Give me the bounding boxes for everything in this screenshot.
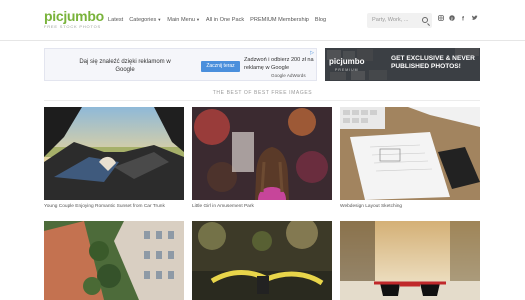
main-nav: Latest Categories▼ Main Menu▼ All in One… bbox=[108, 17, 326, 23]
photo-bicycle[interactable] bbox=[192, 221, 332, 300]
photo-card[interactable]: Young Couple Enjoying Romantic Sunset fr… bbox=[44, 107, 184, 209]
social-links: p f bbox=[438, 15, 478, 23]
ad-body-text: Zadzwoń i odbierz 200 zł na reklamę w Go… bbox=[244, 57, 314, 71]
section-divider bbox=[44, 100, 480, 101]
photo-card[interactable] bbox=[340, 221, 480, 300]
photo-girl-amusement-park[interactable] bbox=[192, 107, 332, 200]
nav-premium-membership[interactable]: PREMIUM Membership bbox=[250, 17, 309, 23]
premium-ad-banner[interactable]: picjumbo PREMIUM GET EXCLUSIVE & NEVER P… bbox=[325, 48, 480, 81]
ad-start-button[interactable]: Zacznij teraz bbox=[201, 61, 240, 72]
nav-label: Categories bbox=[129, 17, 157, 23]
caret-down-icon: ▼ bbox=[157, 17, 162, 22]
nav-all-in-one-pack[interactable]: All in One Pack bbox=[206, 17, 244, 23]
photo-caption[interactable]: Webdesign Layout Sketching bbox=[340, 204, 480, 209]
photo-webdesign-sketch[interactable] bbox=[340, 107, 480, 200]
top-bar: picjumbo FREE STOCK PHOTOS Latest Catego… bbox=[0, 0, 525, 41]
google-ad-banner[interactable]: Daj się znaleźć dzięki reklamom w Google… bbox=[44, 48, 317, 81]
photo-card[interactable]: Little Girl in Amusement Park bbox=[192, 107, 332, 209]
photo-card[interactable] bbox=[192, 221, 332, 300]
nav-blog[interactable]: Blog bbox=[315, 17, 326, 23]
nav-label: All in One Pack bbox=[205, 17, 245, 23]
search-placeholder: Party, Work, ... bbox=[372, 17, 409, 23]
facebook-icon[interactable]: f bbox=[460, 15, 466, 23]
instagram-icon[interactable] bbox=[438, 15, 444, 22]
svg-text:f: f bbox=[462, 17, 465, 22]
ad-headline: Daj się znaleźć dzięki reklamom w Google bbox=[79, 59, 171, 73]
ad-logo: picjumbo bbox=[329, 57, 365, 66]
photo-couple-sunset[interactable] bbox=[44, 107, 184, 200]
logo-tagline: FREE STOCK PHOTOS bbox=[44, 24, 102, 29]
photo-sunglasses[interactable] bbox=[340, 221, 480, 300]
photo-caption[interactable]: Young Couple Enjoying Romantic Sunset fr… bbox=[44, 204, 184, 209]
section-title: THE BEST OF BEST FREE IMAGES bbox=[212, 90, 313, 96]
photo-city-aerial[interactable] bbox=[44, 221, 184, 300]
nav-latest[interactable]: Latest bbox=[108, 17, 123, 23]
photo-card[interactable]: Webdesign Layout Sketching bbox=[340, 107, 480, 209]
search-icon[interactable] bbox=[422, 17, 428, 23]
ad-info-icon[interactable]: ▷ bbox=[310, 50, 314, 56]
logo-text: picjumbo bbox=[44, 8, 104, 24]
nav-categories[interactable]: Categories▼ bbox=[129, 17, 161, 23]
nav-label: Latest bbox=[108, 17, 124, 23]
logo[interactable]: picjumbo FREE STOCK PHOTOS bbox=[44, 9, 104, 29]
photo-card[interactable] bbox=[44, 221, 184, 300]
nav-label: Main Menu bbox=[167, 17, 195, 23]
nav-label: PREMIUM Membership bbox=[250, 17, 309, 23]
twitter-icon[interactable] bbox=[471, 15, 478, 22]
nav-main-menu[interactable]: Main Menu▼ bbox=[167, 17, 200, 23]
ad-headline: GET EXCLUSIVE & NEVER PUBLISHED PHOTOS! bbox=[391, 55, 475, 70]
ad-premium-label: PREMIUM bbox=[335, 68, 359, 72]
ad-brand: Google AdWords bbox=[271, 73, 306, 78]
caret-down-icon: ▼ bbox=[195, 17, 200, 22]
pinterest-icon[interactable]: p bbox=[449, 15, 455, 22]
search-input[interactable]: Party, Work, ... bbox=[367, 13, 432, 28]
nav-label: Blog bbox=[314, 17, 327, 23]
photo-caption[interactable]: Little Girl in Amusement Park bbox=[192, 204, 332, 209]
